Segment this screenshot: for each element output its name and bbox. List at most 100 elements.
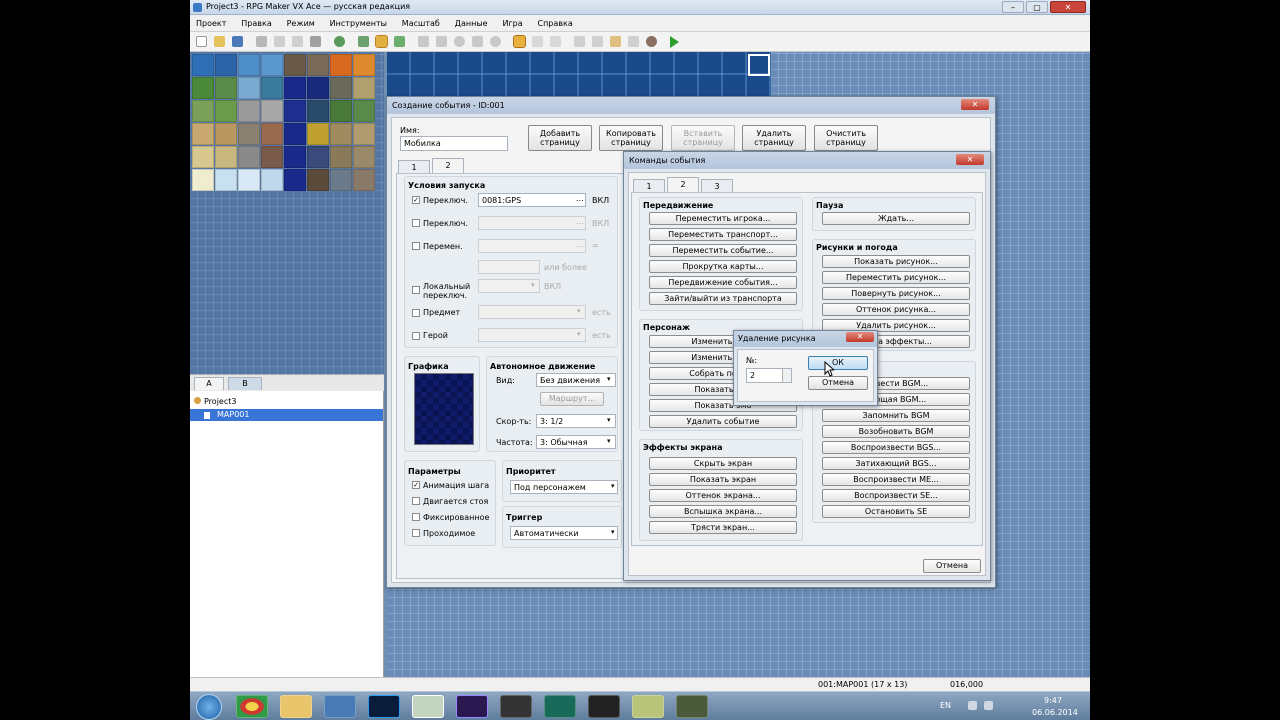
close-window-button[interactable]: ✕ xyxy=(1050,1,1086,13)
tile[interactable] xyxy=(192,100,214,122)
tile[interactable] xyxy=(261,54,283,76)
app-taskbar-icon[interactable] xyxy=(324,695,356,718)
tile[interactable] xyxy=(353,77,375,99)
notes-taskbar-icon[interactable] xyxy=(632,695,664,718)
tile[interactable] xyxy=(215,54,237,76)
self-switch-checkbox[interactable] xyxy=(412,286,420,294)
fadeout-bgs-button[interactable]: Затихающий BGS... xyxy=(822,457,970,470)
menu-edit[interactable]: Правка xyxy=(235,15,277,30)
fadeout-screen-button[interactable]: Скрыть экран xyxy=(649,457,797,470)
switch2-field[interactable] xyxy=(478,216,586,230)
new-project-icon[interactable] xyxy=(196,36,207,47)
tile[interactable] xyxy=(330,169,352,191)
through-checkbox[interactable] xyxy=(412,529,420,537)
event-mode-icon[interactable] xyxy=(375,35,388,48)
tab-b[interactable]: B xyxy=(228,377,262,390)
add-page-button[interactable]: Добавить страницу xyxy=(528,125,592,151)
erase-event-button[interactable]: Удалить событие xyxy=(649,415,797,428)
tile[interactable] xyxy=(215,146,237,168)
photoshop-taskbar-icon[interactable] xyxy=(368,695,400,718)
play-bgs-button[interactable]: Воспроизвести BGS... xyxy=(822,441,970,454)
sound-test-icon[interactable] xyxy=(628,36,639,47)
paste-icon[interactable] xyxy=(292,36,303,47)
page-tab-1[interactable]: 1 xyxy=(398,160,430,174)
tile[interactable] xyxy=(284,54,306,76)
switch1-ellipsis[interactable]: ... xyxy=(576,194,584,203)
commands-cancel-button[interactable]: Отмена xyxy=(923,559,981,573)
start-button-icon[interactable] xyxy=(196,694,222,720)
menu-mode[interactable]: Режим xyxy=(281,15,321,30)
tile[interactable] xyxy=(261,146,283,168)
paste-page-button[interactable]: Вставить страницу xyxy=(671,125,735,151)
copy-page-button[interactable]: Копировать страницу xyxy=(599,125,663,151)
tile[interactable] xyxy=(238,123,260,145)
resume-bgm-button[interactable]: Возобновить BGM xyxy=(822,425,970,438)
tile[interactable] xyxy=(192,123,214,145)
menu-help[interactable]: Справка xyxy=(531,15,578,30)
tile[interactable] xyxy=(261,123,283,145)
rpg-maker-taskbar-icon[interactable] xyxy=(412,695,444,718)
transfer-player-button[interactable]: Переместить игрока... xyxy=(649,212,797,225)
tile[interactable] xyxy=(330,77,352,99)
tile[interactable] xyxy=(353,169,375,191)
switch2-checkbox[interactable] xyxy=(412,219,420,227)
trigger-select[interactable]: Автоматически xyxy=(510,526,618,540)
zoom-1-2-icon[interactable] xyxy=(532,36,543,47)
play-me-button[interactable]: Воспроизвести ME... xyxy=(822,473,970,486)
tile[interactable] xyxy=(307,123,329,145)
script-editor-icon[interactable] xyxy=(610,36,621,47)
get-on-off-vehicle-button[interactable]: Зайти/выйти из транспорта xyxy=(649,292,797,305)
video-taskbar-icon[interactable] xyxy=(588,695,620,718)
tool-taskbar-icon[interactable] xyxy=(676,695,708,718)
clear-page-button[interactable]: Очистить страницу xyxy=(814,125,878,151)
editor-taskbar-icon[interactable] xyxy=(544,695,576,718)
tile[interactable] xyxy=(353,100,375,122)
item-select[interactable] xyxy=(478,305,586,319)
switch1-checkbox[interactable]: ✓ xyxy=(412,196,420,204)
minimize-button[interactable]: – xyxy=(1002,1,1024,13)
ellipse-icon[interactable] xyxy=(454,36,465,47)
save-bgm-button[interactable]: Запомнить BGM xyxy=(822,409,970,422)
tint-screen-button[interactable]: Оттенок экрана... xyxy=(649,489,797,502)
region-mode-icon[interactable] xyxy=(394,36,405,47)
tile[interactable] xyxy=(330,123,352,145)
tile[interactable] xyxy=(307,146,329,168)
tile[interactable] xyxy=(307,77,329,99)
tile[interactable] xyxy=(284,100,306,122)
tile[interactable] xyxy=(215,100,237,122)
tile[interactable] xyxy=(192,169,214,191)
open-project-icon[interactable] xyxy=(214,36,225,47)
direction-fix-checkbox[interactable] xyxy=(412,513,420,521)
cut-icon[interactable] xyxy=(256,36,267,47)
actor-checkbox[interactable] xyxy=(412,332,420,340)
item-dropdown-icon[interactable]: ▾ xyxy=(577,307,581,315)
variable-field[interactable] xyxy=(478,239,586,253)
tile[interactable] xyxy=(192,54,214,76)
actor-dropdown-icon[interactable]: ▾ xyxy=(577,330,581,338)
menu-project[interactable]: Проект xyxy=(190,15,232,30)
variable-value-spin[interactable] xyxy=(478,260,540,274)
set-move-route-button[interactable]: Передвижение события... xyxy=(649,276,797,289)
tile[interactable] xyxy=(238,100,260,122)
commands-dialog-close-button[interactable]: ✕ xyxy=(956,154,984,165)
delete-icon[interactable] xyxy=(310,36,321,47)
tile[interactable] xyxy=(261,77,283,99)
rotate-picture-button[interactable]: Повернуть рисунок... xyxy=(822,287,970,300)
move-picture-button[interactable]: Переместить рисунок... xyxy=(822,271,970,284)
switch2-ellipsis[interactable]: ... xyxy=(576,217,584,226)
resource-manager-icon[interactable] xyxy=(592,36,603,47)
language-indicator[interactable]: EN xyxy=(940,701,951,710)
tint-picture-button[interactable]: Оттенок рисунка... xyxy=(822,303,970,316)
switch1-field[interactable]: 0081:GPS xyxy=(478,193,586,207)
fadein-screen-button[interactable]: Показать экран xyxy=(649,473,797,486)
shadow-pen-icon[interactable] xyxy=(490,36,501,47)
media-taskbar-icon[interactable] xyxy=(500,695,532,718)
move-freq-select[interactable]: 3: Обычная xyxy=(536,435,616,449)
zoom-1-4-icon[interactable] xyxy=(550,36,561,47)
move-type-dropdown-icon[interactable]: ▾ xyxy=(607,375,611,383)
zoom-1-1-icon[interactable] xyxy=(513,35,526,48)
variable-ellipsis[interactable]: ... xyxy=(576,240,584,249)
tile[interactable] xyxy=(192,146,214,168)
explorer-taskbar-icon[interactable] xyxy=(280,695,312,718)
maximize-button[interactable]: ▢ xyxy=(1026,1,1048,13)
